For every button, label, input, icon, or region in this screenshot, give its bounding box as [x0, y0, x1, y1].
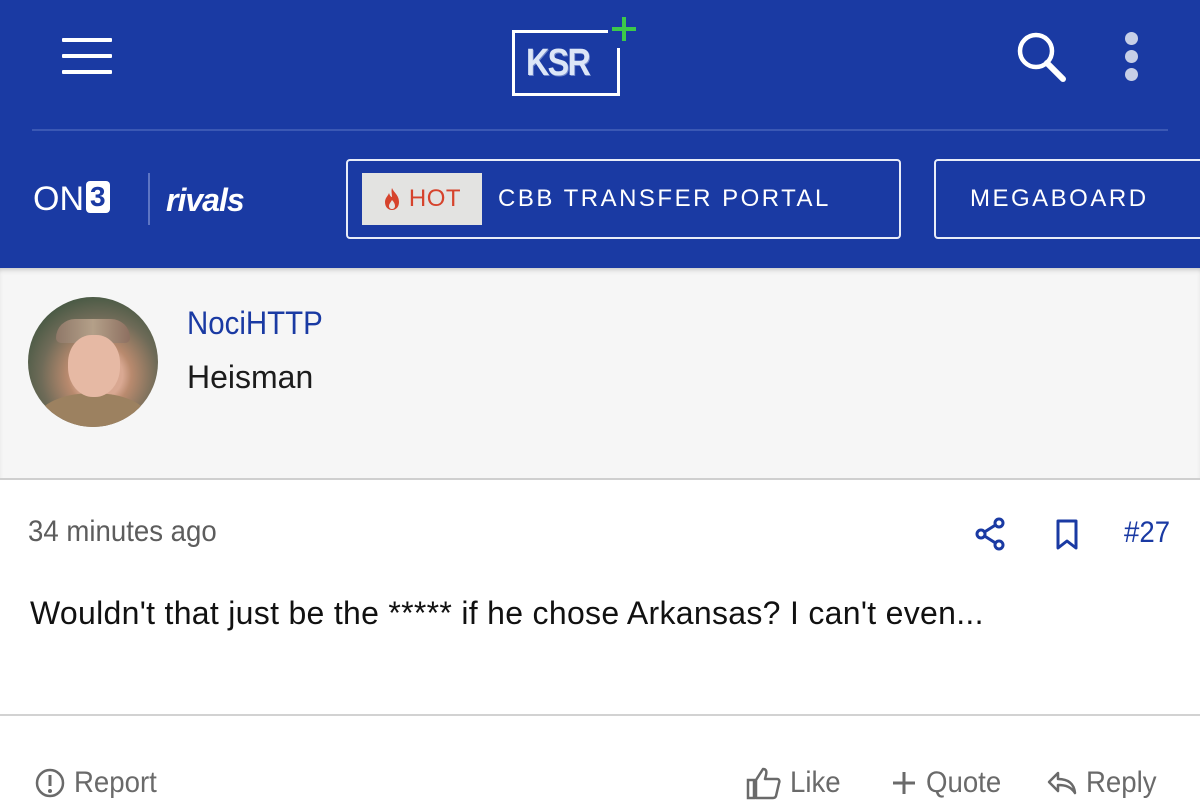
hot-badge: HOT	[362, 173, 482, 225]
avatar[interactable]	[28, 297, 158, 427]
bookmark-icon[interactable]	[1054, 519, 1080, 551]
post-divider	[0, 714, 1200, 716]
share-icon[interactable]	[974, 517, 1006, 551]
search-icon[interactable]	[1014, 30, 1068, 84]
brand-separator	[148, 173, 150, 225]
quote-icon	[893, 772, 915, 794]
post-author-bar	[0, 268, 1200, 480]
reply-button[interactable]: Reply	[1046, 758, 1163, 808]
report-icon	[35, 768, 65, 798]
rivals-logo[interactable]: rivals	[166, 180, 245, 220]
hot-label: HOT	[408, 185, 462, 212]
post-meta: 34 minutes ago	[0, 500, 1200, 564]
post-body: Wouldn't that just be the ***** if he ch…	[30, 595, 984, 631]
report-label: Report	[74, 766, 157, 799]
reply-icon	[1047, 771, 1077, 795]
megaboard-label: MEGABOARD	[970, 185, 1149, 212]
post-number-link[interactable]: #27	[1124, 513, 1170, 553]
user-title: Heisman	[187, 359, 314, 395]
post-timestamp: 34 minutes ago	[28, 515, 217, 548]
plus-icon	[608, 14, 642, 48]
like-label: Like	[790, 766, 841, 799]
flame-icon	[384, 188, 399, 210]
portal-label: CBB TRANSFER PORTAL	[498, 185, 831, 212]
megaboard-button[interactable]: MEGABOARD	[934, 159, 1200, 239]
ksr-plus-logo[interactable]: KSR	[512, 14, 642, 96]
post-actions: Report Like Quote Reply	[0, 758, 1200, 808]
more-vertical-icon[interactable]	[1118, 32, 1146, 82]
top-bar: KSR	[0, 0, 1200, 128]
on3-logo[interactable]: ON 3	[33, 176, 110, 222]
quote-button[interactable]: Quote	[890, 758, 1008, 808]
header-divider	[32, 129, 1168, 131]
report-button[interactable]: Report	[34, 758, 164, 808]
like-icon	[746, 767, 781, 800]
like-button[interactable]: Like	[746, 758, 845, 808]
reply-label: Reply	[1086, 766, 1157, 799]
username-link[interactable]: NociHTTP	[187, 303, 323, 343]
logo-text: KSR	[526, 42, 591, 84]
site-header: KSR ON 3 rivals HOT CBB TRANSFER PORTAL M…	[0, 0, 1200, 268]
cbb-transfer-portal-button[interactable]: HOT CBB TRANSFER PORTAL	[346, 159, 901, 239]
quote-label: Quote	[926, 766, 1002, 799]
menu-icon[interactable]	[62, 38, 112, 74]
